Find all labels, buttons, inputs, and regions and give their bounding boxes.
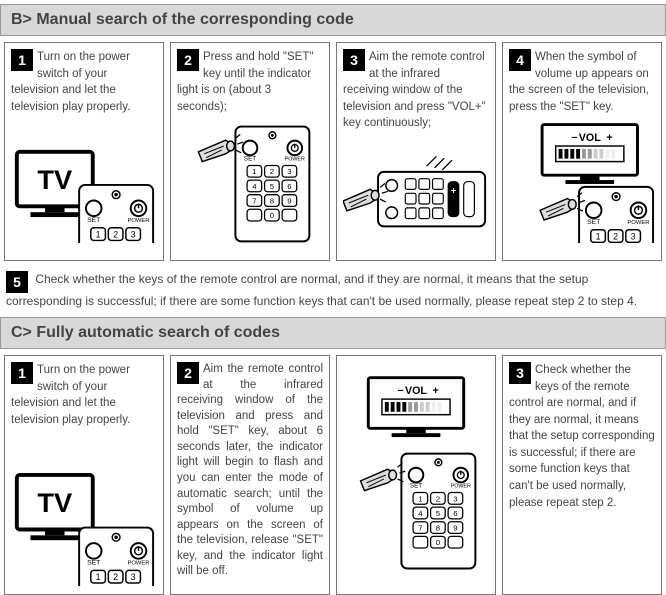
step-b3: 3 Aim the remote control at the infrared… xyxy=(336,42,496,261)
step-b1: 1 Turn on the power switch of your telev… xyxy=(4,42,164,261)
step-b4: 4 When the symbol of volume up appears o… xyxy=(502,42,662,261)
step-b2: 2 Press and hold "SET" key until the ind… xyxy=(170,42,330,261)
step-text: Aim the remote control at the infrared r… xyxy=(177,362,323,579)
step-number: 3 xyxy=(509,362,531,384)
illustration-auto-search xyxy=(343,371,489,581)
illustration-vol-screen-set xyxy=(509,123,655,243)
step-c-illustration xyxy=(336,355,496,595)
step-b5: 5 Check whether the keys of the remote c… xyxy=(0,267,666,314)
step-c2: 2 Aim the remote control at the infrared… xyxy=(170,355,330,595)
step-c1: 1 Turn on the power switch of your telev… xyxy=(4,355,164,595)
illustration-tv-remote xyxy=(11,123,157,243)
step-number: 1 xyxy=(11,362,33,384)
step-text: Check whether the keys of the remote con… xyxy=(6,272,637,308)
illustration-tv-remote xyxy=(11,436,157,586)
section-b-heading: B> Manual search of the corresponding co… xyxy=(0,4,666,36)
step-number: 3 xyxy=(343,49,365,71)
section-c-heading: C> Fully automatic search of codes xyxy=(0,317,666,349)
illustration-press-set xyxy=(177,123,323,243)
step-text: Check whether the keys of the remote con… xyxy=(509,364,655,508)
step-number: 5 xyxy=(6,271,28,293)
step-number: 4 xyxy=(509,49,531,71)
step-number: 1 xyxy=(11,49,33,71)
illustration-aim-volplus xyxy=(343,136,489,256)
step-number: 2 xyxy=(177,362,199,384)
step-c3: 3 Check whether the keys of the remote c… xyxy=(502,355,662,595)
step-number: 2 xyxy=(177,49,199,71)
